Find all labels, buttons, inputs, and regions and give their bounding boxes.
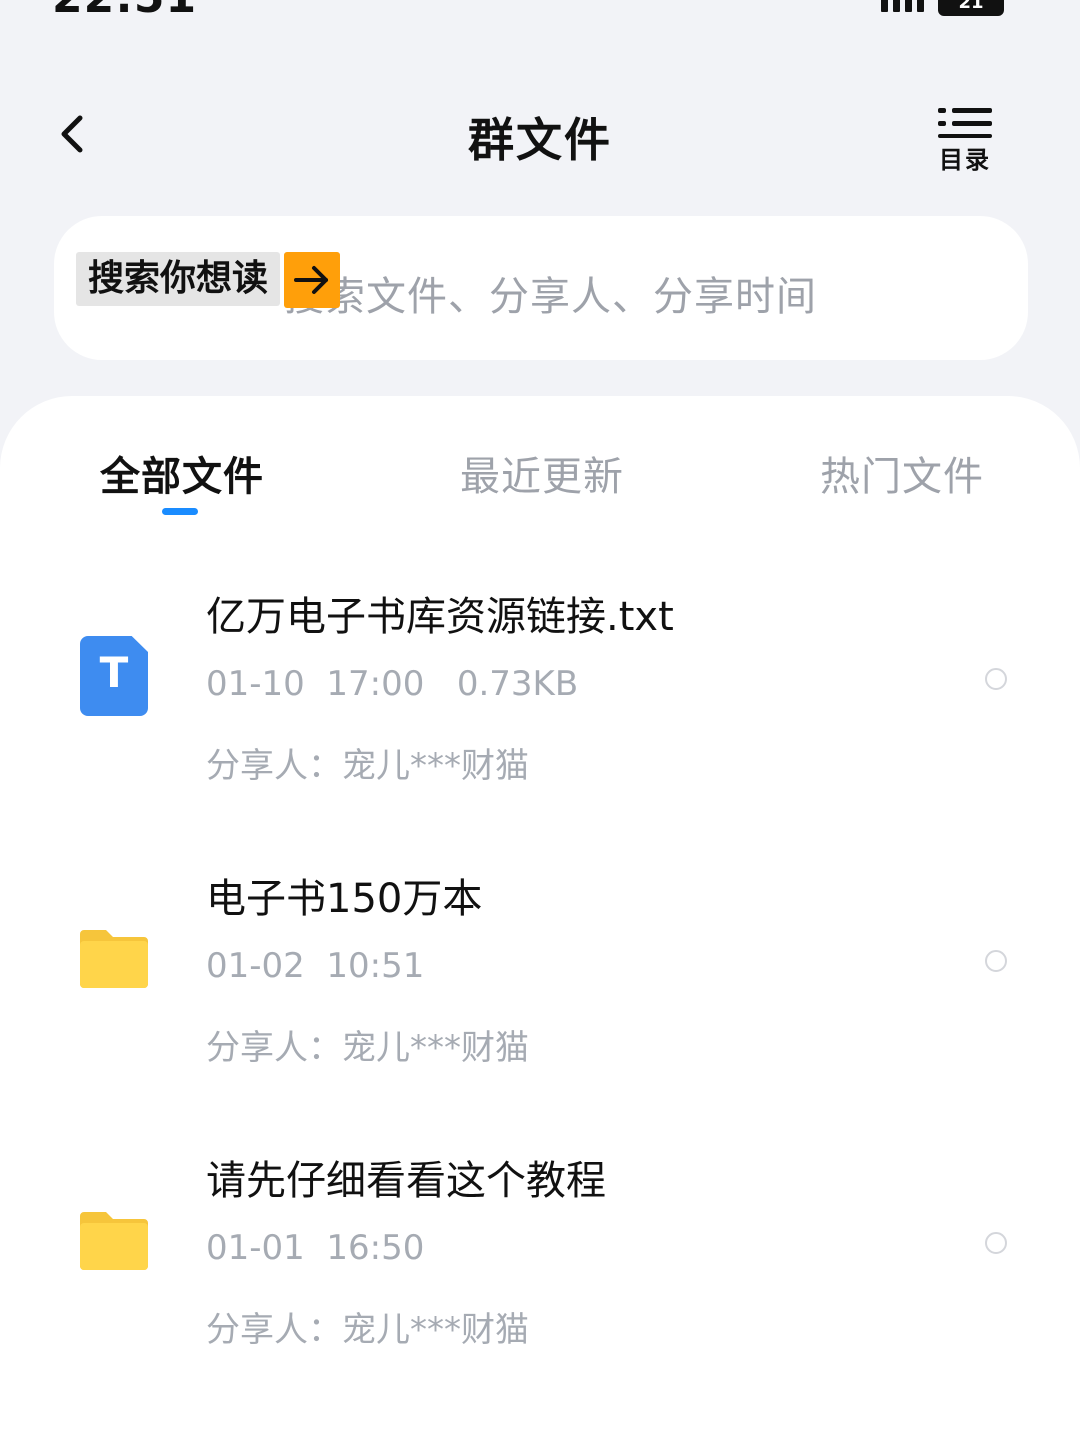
battery-icon: 21 (938, 0, 1004, 16)
list-icon (938, 108, 992, 138)
page-title: 群文件 (468, 113, 612, 167)
tab-recent-updates[interactable]: 最近更新 (460, 444, 624, 502)
file-list-item[interactable]: 请先仔细看看这个教程 01-01 16:50 分享人：宠儿***财猫 (0, 1148, 1080, 1408)
file-sharer: 分享人：宠儿***财猫 (206, 746, 529, 786)
search-input[interactable]: 搜索文件、分享人、分享时间 搜索你想读 (54, 216, 1028, 360)
txt-file-icon: T (80, 636, 148, 716)
tab-hot-files[interactable]: 热门文件 (820, 444, 984, 502)
file-sharer: 分享人：宠儿***财猫 (206, 1310, 529, 1350)
folder-icon (80, 928, 148, 988)
select-radio[interactable] (985, 950, 1007, 972)
catalog-label: 目录 (939, 146, 991, 174)
file-meta: 01-10 17:00 0.73KB (206, 664, 579, 704)
search-overlay-label: 搜索你想读 (76, 252, 280, 306)
status-time: 22:51 (52, 0, 197, 23)
search-placeholder: 搜索文件、分享人、分享时间 (284, 274, 817, 320)
file-meta: 01-02 10:51 (206, 946, 425, 986)
folder-icon (80, 1210, 148, 1270)
file-meta: 01-01 16:50 (206, 1228, 425, 1268)
select-radio[interactable] (985, 668, 1007, 690)
file-list-item[interactable]: 电子书150万本 01-02 10:51 分享人：宠儿***财猫 (0, 866, 1080, 1126)
file-list-card: 全部文件 最近更新 热门文件 T 亿万电子书库资源链接.txt 01-10 17… (0, 396, 1080, 1456)
file-name: 电子书150万本 (206, 876, 483, 922)
signal-icon (881, 0, 924, 12)
file-list-item[interactable]: T 亿万电子书库资源链接.txt 01-10 17:00 0.73KB 分享人：… (0, 584, 1080, 844)
catalog-button[interactable]: 目录 (928, 104, 1002, 176)
arrow-right-icon[interactable] (284, 252, 340, 308)
tab-indicator (162, 508, 198, 515)
tab-all-files[interactable]: 全部文件 (100, 444, 264, 502)
file-name: 请先仔细看看这个教程 (206, 1158, 606, 1204)
file-name: 亿万电子书库资源链接.txt (206, 594, 674, 640)
file-sharer: 分享人：宠儿***财猫 (206, 1028, 529, 1068)
select-radio[interactable] (985, 1232, 1007, 1254)
